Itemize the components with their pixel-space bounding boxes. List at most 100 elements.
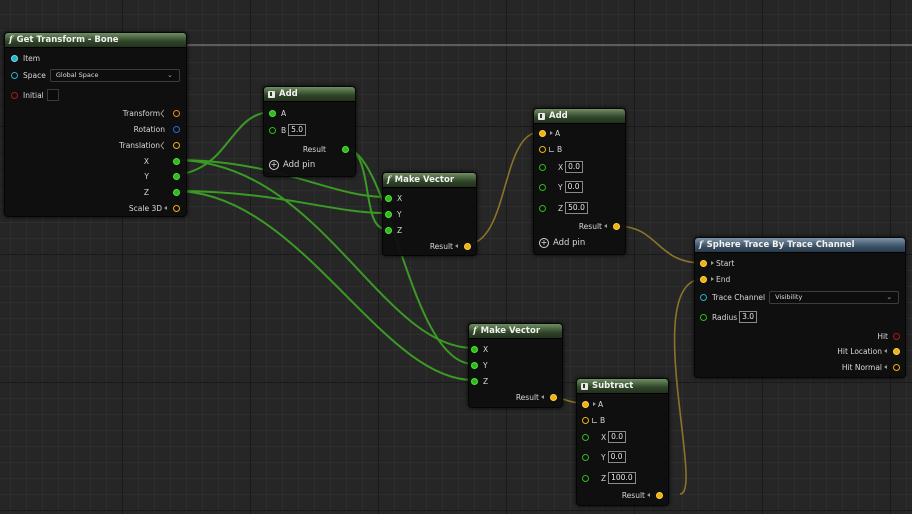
- node-header[interactable]: f Get Transform - Bone: [5, 33, 186, 48]
- node-header[interactable]: f Make Vector: [469, 324, 562, 339]
- x-pin[interactable]: [385, 194, 392, 202]
- space-pin[interactable]: [11, 71, 18, 79]
- result-pin[interactable]: [656, 491, 663, 499]
- node-header[interactable]: f Sphere Trace By Trace Channel: [695, 238, 905, 253]
- hit-normal-pin[interactable]: [893, 363, 900, 371]
- x-pin[interactable]: [173, 157, 180, 165]
- get-transform-bone-node[interactable]: f Get Transform - Bone Item Space Global…: [4, 32, 187, 217]
- y-pin[interactable]: [385, 210, 392, 218]
- result-pin[interactable]: [613, 222, 620, 230]
- a-pin[interactable]: [582, 400, 589, 408]
- make-vector-node-2[interactable]: f Make Vector X Y Z Result: [468, 323, 563, 408]
- z-value-input[interactable]: 50.0: [565, 202, 588, 214]
- rotation-pin[interactable]: [173, 125, 180, 133]
- node-title: Add: [549, 111, 568, 121]
- radius-value-input[interactable]: 3.0: [739, 311, 758, 323]
- x-pin[interactable]: [582, 433, 589, 441]
- b-label: B: [600, 415, 606, 425]
- wire-add2-to-trace-start: [615, 225, 704, 264]
- start-label: Start: [716, 258, 735, 268]
- item-pin[interactable]: [11, 54, 18, 62]
- hit-normal-label: Hit Normal: [841, 362, 882, 372]
- add-pin-button[interactable]: + Add pin: [269, 159, 315, 171]
- z-pin[interactable]: [582, 474, 589, 482]
- y-pin[interactable]: [582, 453, 589, 461]
- node-header[interactable]: Add: [534, 109, 625, 124]
- a-pin[interactable]: [539, 129, 546, 137]
- translation-pin[interactable]: [173, 141, 180, 149]
- y-value-input[interactable]: 0.0: [607, 451, 626, 463]
- node-title: Subtract: [592, 381, 634, 391]
- split-struct-icon: [711, 261, 714, 265]
- recombine-icon: [549, 146, 554, 152]
- sphere-trace-node[interactable]: f Sphere Trace By Trace Channel Start En…: [694, 237, 906, 378]
- a-label: A: [598, 399, 604, 409]
- node-title: Add: [279, 89, 298, 99]
- function-icon: f: [387, 175, 391, 185]
- hit-pin[interactable]: [893, 332, 900, 340]
- b-value-input[interactable]: 5.0: [288, 124, 307, 136]
- plus-icon: +: [269, 160, 279, 170]
- node-header[interactable]: Add: [264, 87, 355, 102]
- add-node-1[interactable]: Add A B 5.0 Result + Add pin: [263, 86, 356, 177]
- radius-pin[interactable]: [700, 313, 707, 321]
- b-pin[interactable]: [269, 126, 276, 134]
- hit-location-pin[interactable]: [893, 347, 900, 355]
- y-label: Y: [483, 360, 488, 370]
- trace-channel-pin[interactable]: [700, 293, 707, 301]
- split-struct-icon: [604, 224, 607, 228]
- y-pin[interactable]: [173, 172, 180, 180]
- z-pin[interactable]: [385, 226, 392, 234]
- node-header[interactable]: Subtract: [577, 379, 668, 394]
- split-struct-icon: [647, 493, 650, 497]
- b-pin[interactable]: [582, 416, 589, 424]
- a-pin[interactable]: [269, 109, 276, 117]
- x-pin[interactable]: [539, 163, 546, 171]
- b-pin[interactable]: [539, 145, 546, 153]
- subtract-node[interactable]: Subtract A B X 0.0 Y 0.0 Z 100.0 Result: [576, 378, 669, 506]
- plus-icon: +: [539, 238, 549, 248]
- y-pin[interactable]: [539, 183, 546, 191]
- hit-label: Hit: [877, 331, 888, 341]
- wire-y-to-add-a: [174, 111, 273, 176]
- add-pin-button[interactable]: + Add pin: [539, 237, 585, 249]
- result-pin[interactable]: [464, 242, 471, 250]
- add-node-2[interactable]: Add A B X 0.0 Y 0.0 Z 50.0 Result + Add …: [533, 108, 626, 255]
- transform-pin[interactable]: [173, 109, 180, 117]
- initial-checkbox[interactable]: [46, 89, 59, 101]
- space-value: Global Space: [55, 70, 99, 79]
- item-label: Item: [23, 53, 41, 63]
- scale-3d-pin[interactable]: [173, 204, 180, 212]
- end-pin[interactable]: [700, 275, 707, 283]
- x-pin[interactable]: [471, 345, 478, 353]
- y-pin[interactable]: [471, 361, 478, 369]
- trace-channel-value: Visibility: [775, 292, 803, 301]
- space-dropdown[interactable]: Global Space ⌄: [49, 68, 180, 82]
- x-label: X: [558, 162, 564, 172]
- y-value-input[interactable]: 0.0: [564, 181, 583, 193]
- chevron-down-icon: ⌄: [886, 292, 893, 301]
- initial-pin[interactable]: [11, 91, 18, 99]
- rotation-label: Rotation: [133, 124, 165, 134]
- z-pin[interactable]: [471, 377, 478, 385]
- z-pin[interactable]: [539, 204, 546, 212]
- result-pin[interactable]: [342, 145, 349, 153]
- z-label: Z: [143, 187, 149, 197]
- trace-channel-dropdown[interactable]: Visibility ⌄: [769, 290, 900, 304]
- z-pin[interactable]: [173, 188, 180, 196]
- x-value-input[interactable]: 0.0: [565, 161, 584, 173]
- start-pin[interactable]: [700, 259, 707, 267]
- add-pin-label: Add pin: [283, 160, 316, 170]
- transform-label: Transform: [122, 108, 160, 118]
- x-value-input[interactable]: 0.0: [608, 431, 627, 443]
- node-header[interactable]: f Make Vector: [383, 173, 476, 188]
- y-label: Y: [601, 452, 606, 462]
- wire-z-to-makevector1-y: [174, 190, 387, 214]
- split-struct-icon: [593, 402, 596, 406]
- z-value-input[interactable]: 100.0: [608, 472, 636, 484]
- x-label: X: [397, 193, 403, 203]
- a-label: A: [555, 128, 561, 138]
- result-pin[interactable]: [550, 393, 557, 401]
- math-icon: [538, 112, 545, 120]
- make-vector-node-1[interactable]: f Make Vector X Y Z Result: [382, 172, 477, 256]
